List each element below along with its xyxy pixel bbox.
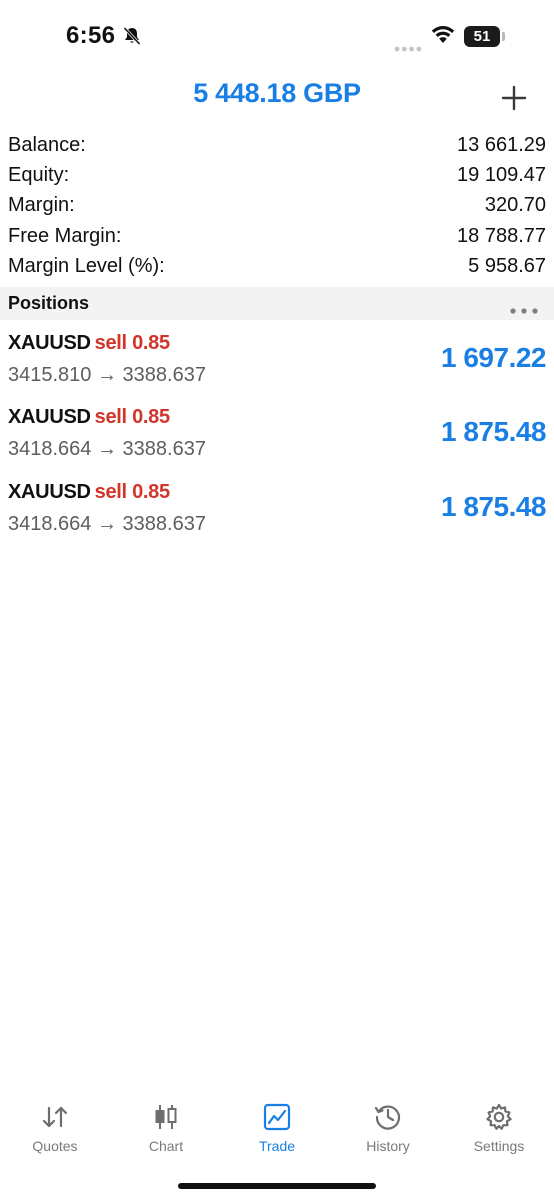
summary-value: 13 661.29 bbox=[457, 134, 546, 156]
candlestick-icon bbox=[151, 1102, 181, 1132]
position-row[interactable]: XAUUSD sell 0.85 3418.664 → 3388.637 1 87… bbox=[0, 396, 554, 470]
tab-label: History bbox=[366, 1138, 410, 1154]
position-prices: 3418.664 → 3388.637 bbox=[8, 438, 206, 460]
summary-label: Equity: bbox=[8, 164, 70, 187]
more-options-icon[interactable] bbox=[510, 301, 538, 319]
summary-label: Margin Level (%): bbox=[8, 254, 165, 277]
position-side: sell 0.85 bbox=[94, 481, 170, 503]
symbol-text: XAUUSD bbox=[8, 481, 91, 503]
summary-row-free-margin: Free Margin: 18 788.77 bbox=[0, 223, 554, 253]
tab-history[interactable]: History bbox=[333, 1090, 443, 1160]
position-side: sell 0.85 bbox=[94, 332, 170, 354]
status-time: 6:56 bbox=[66, 22, 116, 49]
signal-dots-icon bbox=[394, 39, 422, 57]
summary-label: Balance: bbox=[8, 134, 86, 156]
summary-value: 19 109.47 bbox=[457, 164, 546, 187]
battery-icon: 51 bbox=[464, 26, 500, 47]
symbol-text: XAUUSD bbox=[8, 332, 91, 354]
account-equity-title[interactable]: 5 448.18 GBP bbox=[0, 78, 554, 109]
summary-value: 18 788.77 bbox=[457, 224, 546, 247]
position-symbol: XAUUSD sell 0.85 bbox=[8, 332, 170, 355]
summary-label: Margin: bbox=[8, 194, 75, 217]
summary-row-balance: Balance: 13 661.29 bbox=[0, 132, 554, 162]
summary-row-margin: Margin: 320.70 bbox=[0, 192, 554, 222]
position-symbol: XAUUSD sell 0.85 bbox=[8, 481, 170, 504]
positions-title: Positions bbox=[8, 293, 90, 313]
quotes-arrows-icon bbox=[40, 1102, 70, 1132]
tab-chart[interactable]: Chart bbox=[111, 1090, 221, 1160]
position-profit: 1 875.48 bbox=[441, 416, 547, 447]
summary-value: 320.70 bbox=[484, 194, 546, 217]
position-prices: 3415.810 → 3388.637 bbox=[8, 364, 206, 386]
tab-quotes[interactable]: Quotes bbox=[0, 1090, 110, 1160]
bottom-tab-bar: Quotes Chart Trade History Settings bbox=[0, 1090, 554, 1170]
tab-label: Trade bbox=[258, 1138, 296, 1154]
status-bar: 6:56 51 bbox=[0, 0, 554, 70]
history-clock-icon bbox=[373, 1102, 403, 1132]
tab-label: Settings bbox=[473, 1138, 525, 1154]
wifi-icon bbox=[430, 24, 456, 49]
account-summary: Balance: 13 661.29 Equity: 19 109.47 Mar… bbox=[0, 132, 554, 283]
summary-row-equity: Equity: 19 109.47 bbox=[0, 162, 554, 192]
summary-label: Free Margin: bbox=[8, 224, 122, 247]
summary-value: 5 958.67 bbox=[468, 254, 546, 277]
summary-row-margin-level: Margin Level (%): 5 958.67 bbox=[0, 253, 554, 283]
position-profit: 1 875.48 bbox=[441, 491, 547, 522]
plus-icon[interactable] bbox=[498, 82, 530, 114]
position-side: sell 0.85 bbox=[94, 406, 170, 428]
symbol-text: XAUUSD bbox=[8, 406, 91, 428]
position-row[interactable]: XAUUSD sell 0.85 3415.810 → 3388.637 1 69… bbox=[0, 322, 554, 396]
tab-label: Chart bbox=[148, 1138, 184, 1154]
tab-label: Quotes bbox=[32, 1138, 78, 1154]
position-symbol: XAUUSD sell 0.85 bbox=[8, 406, 170, 429]
trade-chart-icon bbox=[262, 1102, 292, 1132]
tab-trade[interactable]: Trade bbox=[222, 1090, 332, 1160]
position-profit: 1 697.22 bbox=[441, 342, 547, 373]
gear-icon bbox=[484, 1102, 514, 1132]
bell-slash-icon bbox=[122, 26, 142, 51]
home-indicator[interactable] bbox=[178, 1183, 376, 1189]
position-prices: 3418.664 → 3388.637 bbox=[8, 513, 206, 535]
tab-settings[interactable]: Settings bbox=[444, 1090, 554, 1160]
position-row[interactable]: XAUUSD sell 0.85 3418.664 → 3388.637 1 87… bbox=[0, 471, 554, 545]
battery-tip bbox=[502, 32, 505, 41]
positions-section-header: Positions bbox=[0, 287, 554, 320]
